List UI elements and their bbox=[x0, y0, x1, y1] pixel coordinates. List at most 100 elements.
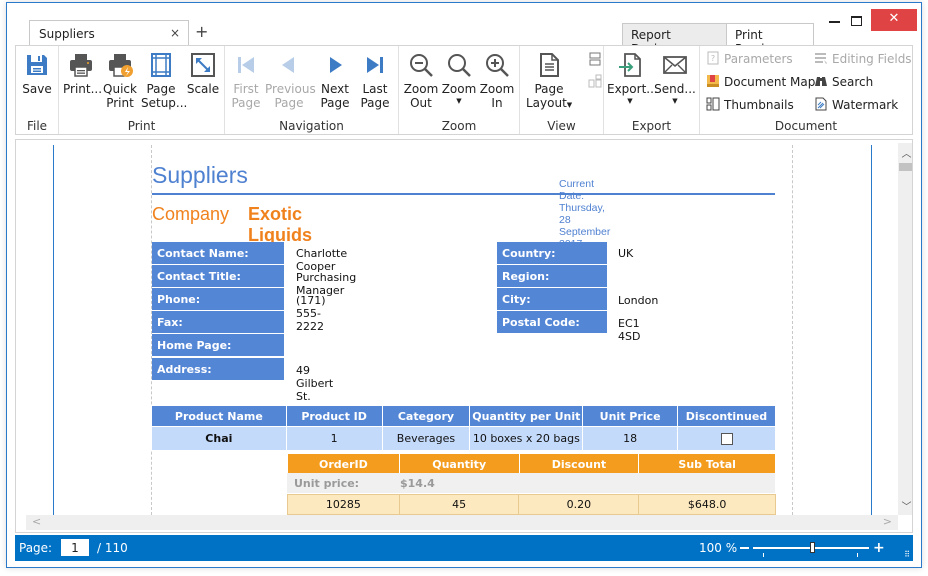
field-label-home-page: Home Page: bbox=[152, 334, 284, 356]
first-page-button[interactable]: First Page bbox=[231, 48, 261, 110]
quick-print-label-2: Print bbox=[106, 96, 134, 110]
zoom-label: Zoom bbox=[441, 82, 477, 96]
svg-text:?: ? bbox=[711, 54, 715, 63]
envelope-icon bbox=[663, 56, 687, 74]
scroll-left-icon[interactable]: < bbox=[32, 515, 41, 528]
tab-report-designer[interactable]: Report Designer bbox=[622, 23, 727, 56]
add-tab-button[interactable]: + bbox=[195, 22, 208, 41]
group-label-document: Document bbox=[774, 119, 838, 133]
first-page-icon bbox=[238, 57, 254, 73]
header-product-name: Product Name bbox=[151, 405, 287, 427]
tab-print-preview[interactable]: Print Preview bbox=[726, 23, 814, 56]
header-unit-price: Unit Price bbox=[582, 405, 678, 427]
search-label: Search bbox=[832, 75, 874, 89]
export-button[interactable]: Export... ▼ bbox=[607, 48, 658, 106]
previous-page-label-2: Page bbox=[274, 96, 304, 110]
watermark-label: Watermark bbox=[832, 98, 899, 112]
page-layout-label-2: Layout bbox=[526, 96, 567, 110]
header-product-id: Product ID bbox=[285, 405, 383, 427]
document-viewer[interactable]: Suppliers Current Date: Thursday, 28 Sep… bbox=[15, 139, 913, 533]
discontinued-checkbox bbox=[720, 433, 733, 445]
header-order-id: OrderID bbox=[287, 453, 400, 475]
next-page-label-1: Next bbox=[321, 82, 349, 96]
table-row: Chai 1 Beverages 10 boxes x 20 bags 18 bbox=[151, 426, 776, 451]
scroll-down-icon[interactable]: ﹀ bbox=[898, 498, 912, 513]
horizontal-scrollbar[interactable]: < > bbox=[26, 515, 898, 530]
document-map-button[interactable]: Document Map bbox=[706, 72, 815, 92]
vertical-scrollbar[interactable]: ︿ ﹀ bbox=[898, 143, 912, 515]
save-label: Save bbox=[22, 82, 52, 96]
vertical-scroll-thumb[interactable] bbox=[899, 163, 912, 171]
thumbnails-button[interactable]: Thumbnails bbox=[706, 95, 794, 115]
next-page-label-2: Page bbox=[320, 96, 350, 110]
field-value-contact-name: Charlotte Cooper bbox=[296, 247, 348, 273]
page-label: Page: bbox=[19, 541, 53, 555]
page-setup-icon bbox=[151, 53, 171, 77]
first-page-label-1: First bbox=[233, 82, 259, 96]
zoom-plus-icon[interactable]: + bbox=[873, 540, 885, 556]
page-border-left bbox=[53, 145, 54, 515]
print-label: Print... bbox=[63, 82, 103, 96]
zoom-icon bbox=[448, 54, 471, 77]
send-button[interactable]: Send... ▼ bbox=[654, 48, 696, 106]
zoom-dropdown-button[interactable]: Zoom ▼ bbox=[441, 48, 477, 106]
parameters-button[interactable]: ? Parameters bbox=[706, 49, 793, 69]
page-total: / 110 bbox=[97, 541, 128, 555]
zoom-minus-icon[interactable] bbox=[740, 547, 749, 549]
page-layout-label-1: Page bbox=[534, 82, 564, 96]
quick-print-button[interactable]: Quick Print bbox=[103, 48, 137, 110]
scale-button[interactable]: Scale bbox=[185, 48, 221, 96]
document-map-label: Document Map bbox=[724, 75, 816, 89]
zoom-out-label-1: Zoom bbox=[403, 82, 439, 96]
document-tab-suppliers[interactable]: Suppliers × bbox=[29, 20, 189, 47]
search-button[interactable]: Search bbox=[814, 72, 873, 92]
page-setup-button[interactable]: Page Setup... bbox=[141, 48, 187, 110]
facing-layout-icon[interactable] bbox=[588, 74, 602, 88]
editing-fields-icon bbox=[815, 53, 827, 64]
last-page-button[interactable]: Last Page bbox=[357, 48, 393, 110]
orders-data-table: 10285 45 0.20 $648.0 bbox=[287, 494, 776, 515]
status-bar: Page: / 110 100 % + ⠿ bbox=[15, 535, 913, 561]
scroll-right-icon[interactable]: > bbox=[883, 515, 892, 528]
quick-print-label-1: Quick bbox=[103, 82, 137, 96]
maximize-icon bbox=[850, 16, 862, 26]
watermark-button[interactable]: Watermark bbox=[814, 95, 898, 115]
zoom-in-label-2: In bbox=[491, 96, 503, 110]
close-window-button[interactable]: ✕ bbox=[871, 9, 917, 31]
zoom-slider-thumb[interactable] bbox=[810, 542, 815, 553]
maximize-button[interactable] bbox=[841, 9, 871, 33]
print-button[interactable]: Print... bbox=[63, 48, 103, 96]
printer-icon bbox=[70, 54, 92, 77]
field-label-address: Address: bbox=[152, 358, 284, 380]
scroll-up-icon[interactable]: ︿ bbox=[898, 145, 912, 160]
continuous-layout-icon[interactable] bbox=[588, 52, 602, 66]
page-number-input[interactable] bbox=[61, 539, 89, 556]
previous-page-button[interactable]: Previous Page bbox=[265, 48, 316, 110]
group-label-print: Print bbox=[127, 119, 156, 133]
header-quantity-per-unit: Quantity per Unit bbox=[469, 405, 584, 427]
resize-grip-icon[interactable]: ⠿ bbox=[904, 550, 910, 559]
next-page-icon bbox=[330, 57, 342, 73]
zoom-out-label-2: Out bbox=[410, 96, 432, 110]
previous-page-icon bbox=[282, 57, 294, 73]
group-print: Print... Quick Print Page Setup... Scale… bbox=[59, 46, 225, 134]
next-page-button[interactable]: Next Page bbox=[317, 48, 353, 110]
cell-quantity-per-unit: 10 boxes x 20 bags bbox=[469, 426, 584, 451]
field-label-fax: Fax: bbox=[152, 311, 284, 333]
group-label-view: View bbox=[547, 119, 576, 133]
editing-fields-button[interactable]: Editing Fields bbox=[814, 49, 912, 69]
thumbnails-label: Thumbnails bbox=[724, 98, 794, 112]
group-view: Page Layout▼ View bbox=[520, 46, 604, 134]
save-button[interactable]: Save bbox=[18, 48, 56, 96]
quick-print-icon bbox=[109, 54, 133, 77]
previous-page-label-1: Previous bbox=[265, 82, 316, 96]
zoom-in-button[interactable]: Zoom In bbox=[479, 48, 515, 110]
zoom-level: 100 % bbox=[699, 541, 738, 555]
products-table: Product Name Product ID Category Quantit… bbox=[151, 405, 776, 451]
cell-order-id: 10285 bbox=[287, 494, 400, 515]
close-tab-icon[interactable]: × bbox=[170, 26, 180, 40]
cell-quantity: 45 bbox=[398, 494, 520, 515]
minimize-icon bbox=[828, 21, 840, 23]
page-layout-button[interactable]: Page Layout▼ bbox=[526, 48, 572, 112]
zoom-out-button[interactable]: Zoom Out bbox=[403, 48, 439, 110]
